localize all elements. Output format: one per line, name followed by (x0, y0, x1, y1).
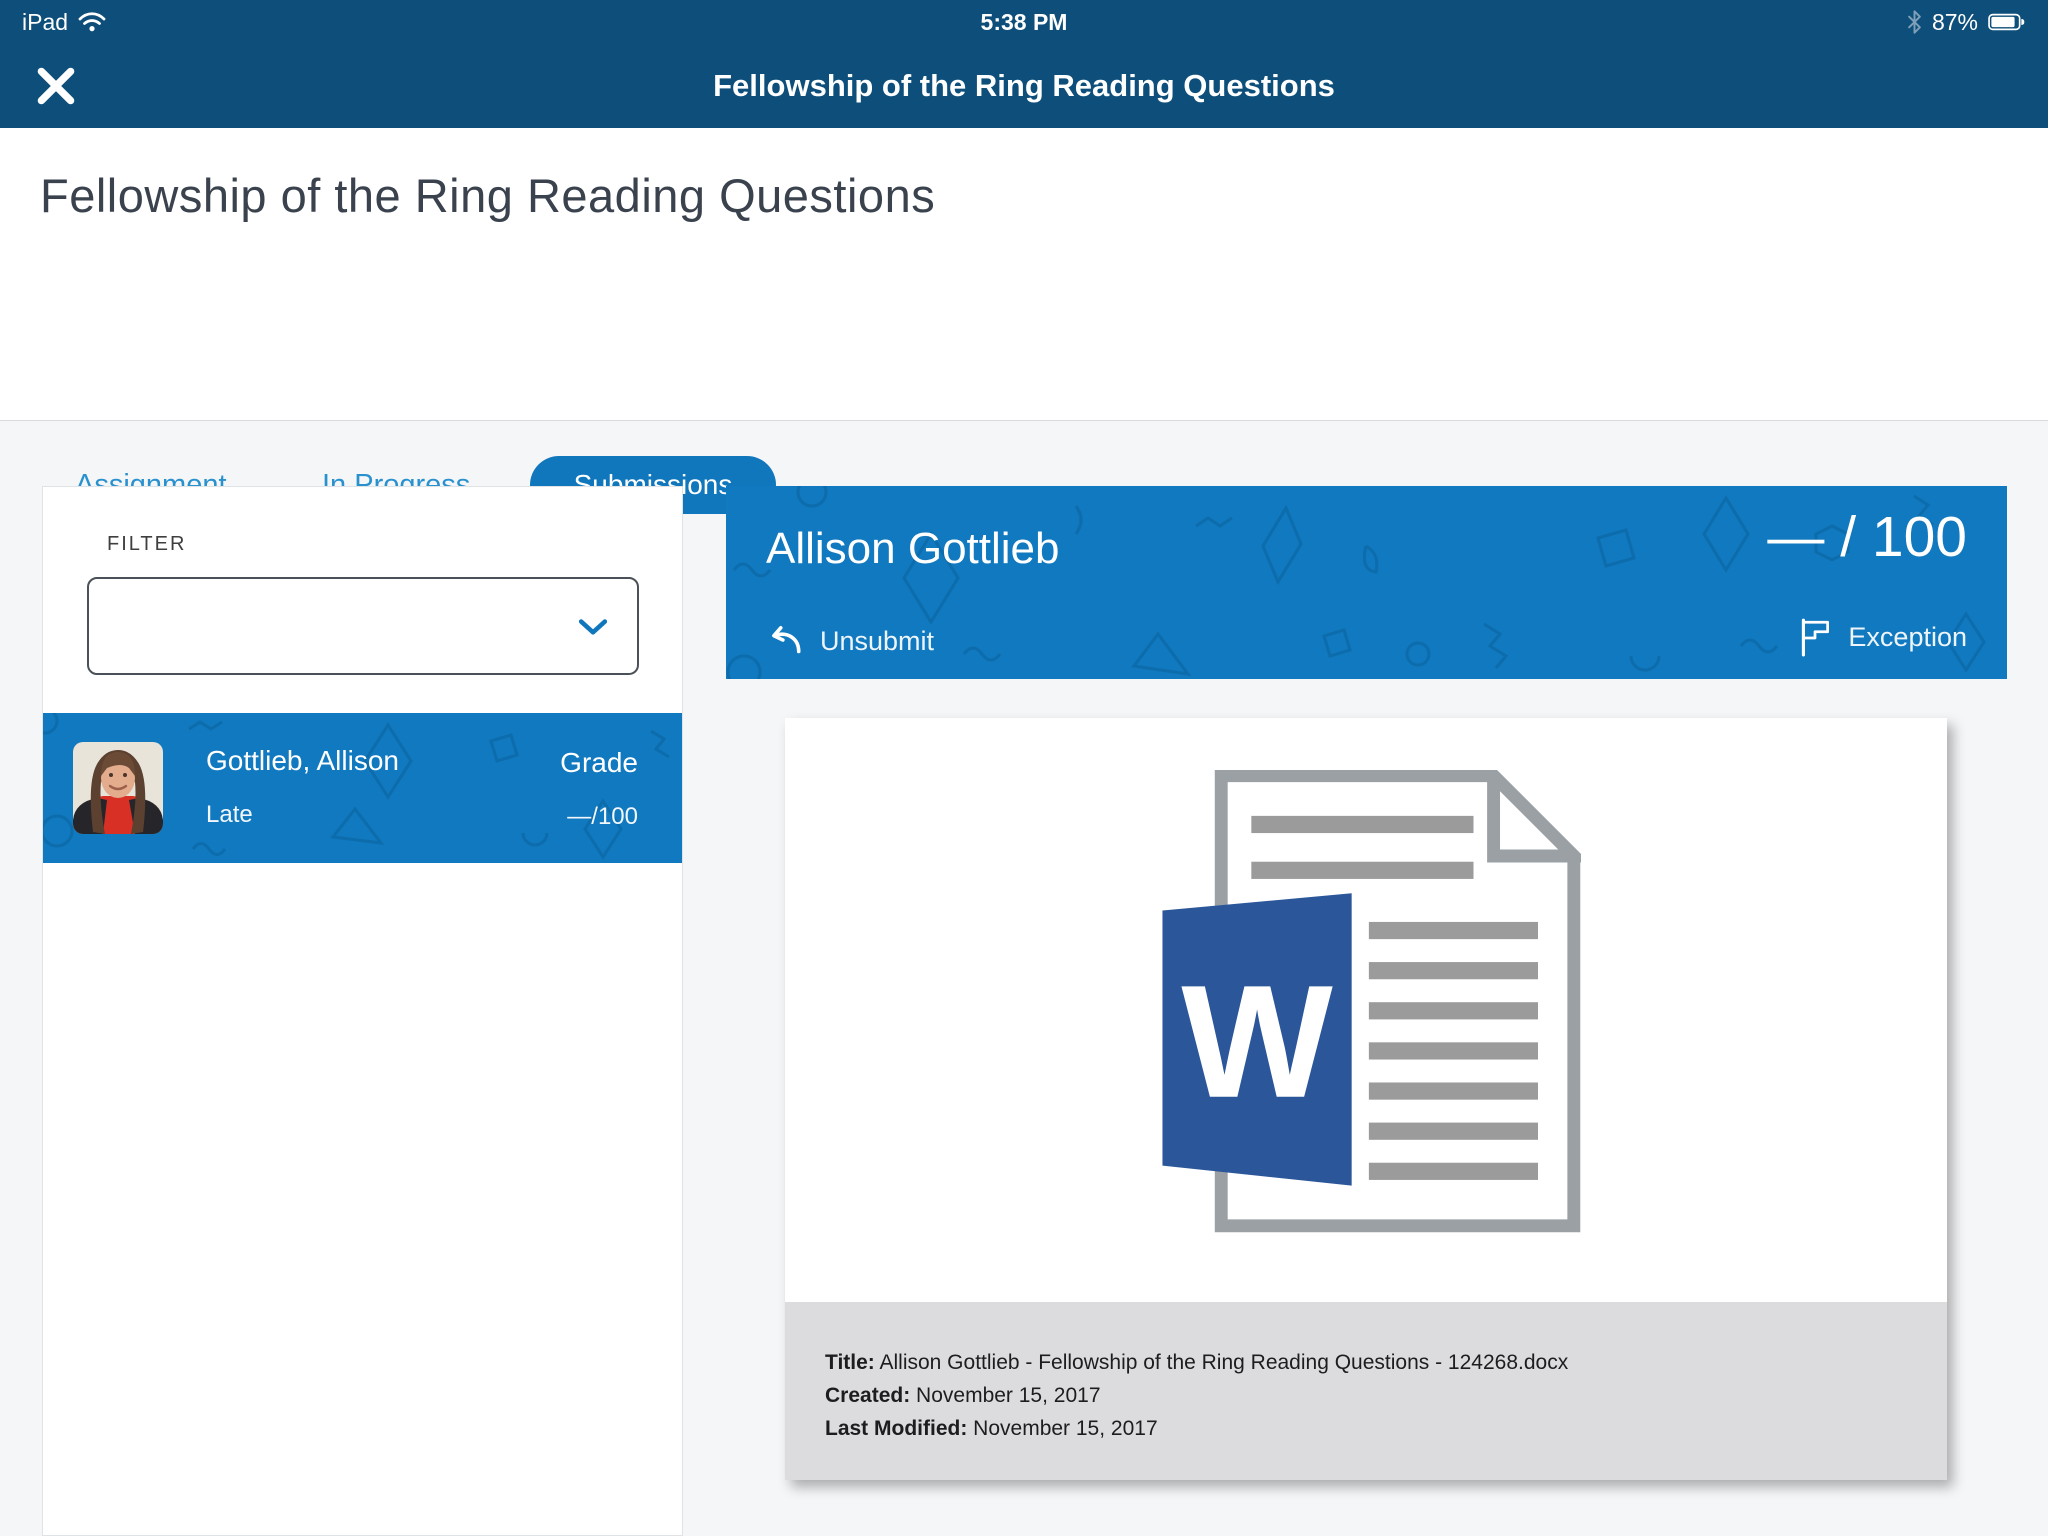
grade-label: Grade (560, 747, 638, 779)
meta-created-label: Created: (825, 1384, 910, 1407)
status-bar: iPad 5:38 PM 87% (0, 0, 2048, 44)
flag-icon (1798, 617, 1832, 657)
exception-label: Exception (1848, 622, 1967, 653)
nav-title: Fellowship of the Ring Reading Questions (0, 44, 2048, 128)
meta-modified-label: Last Modified: (825, 1417, 967, 1440)
unsubmit-button[interactable]: Unsubmit (766, 625, 934, 657)
student-name: Gottlieb, Allison (206, 745, 399, 777)
meta-title-label: Title: (825, 1351, 875, 1374)
close-icon (33, 63, 79, 109)
submission-header: Allison Gottlieb — / 100 Unsubmit Except… (726, 486, 2007, 679)
student-status-badge: Late (206, 801, 253, 829)
submission-student-name: Allison Gottlieb (766, 524, 1059, 574)
page-head: Fellowship of the Ring Reading Questions… (0, 128, 2048, 421)
submission-document-preview[interactable]: W Title: Allison Gottlieb - Fellowship o… (785, 718, 1947, 1480)
grade-value: —/100 (567, 803, 638, 831)
meta-modified-value: November 15, 2017 (973, 1417, 1157, 1440)
chevron-down-icon (579, 619, 607, 637)
meta-title-value: Allison Gottlieb - Fellowship of the Rin… (879, 1351, 1568, 1374)
word-icon-letter: W (1181, 953, 1333, 1132)
meta-title-line: Title: Allison Gottlieb - Fellowship of … (825, 1346, 1907, 1379)
exception-button[interactable]: Exception (1798, 617, 1967, 657)
status-time: 5:38 PM (0, 9, 2048, 36)
close-button[interactable] (30, 60, 82, 112)
filter-select[interactable] (87, 577, 639, 675)
battery-icon (1988, 13, 2026, 31)
unsubmit-label: Unsubmit (820, 626, 934, 657)
filter-label: FILTER (107, 533, 186, 556)
meta-created-line: Created: November 15, 2017 (825, 1379, 1907, 1412)
word-document-icon: W (1151, 770, 1581, 1243)
submissions-side-panel: FILTER (42, 486, 683, 1536)
nav-header: Fellowship of the Ring Reading Questions (0, 44, 2048, 128)
document-metadata: Title: Allison Gottlieb - Fellowship of … (785, 1302, 1947, 1480)
meta-modified-line: Last Modified: November 15, 2017 (825, 1412, 1907, 1445)
page-title: Fellowship of the Ring Reading Questions (40, 168, 935, 223)
submission-score: — / 100 (1767, 504, 1967, 570)
meta-created-value: November 15, 2017 (916, 1384, 1100, 1407)
bluetooth-icon (1907, 10, 1922, 34)
battery-percent: 87% (1932, 9, 1978, 36)
undo-icon (766, 625, 804, 657)
student-list-item[interactable]: Gottlieb, Allison Late Grade —/100 (43, 713, 682, 863)
avatar (73, 742, 163, 834)
